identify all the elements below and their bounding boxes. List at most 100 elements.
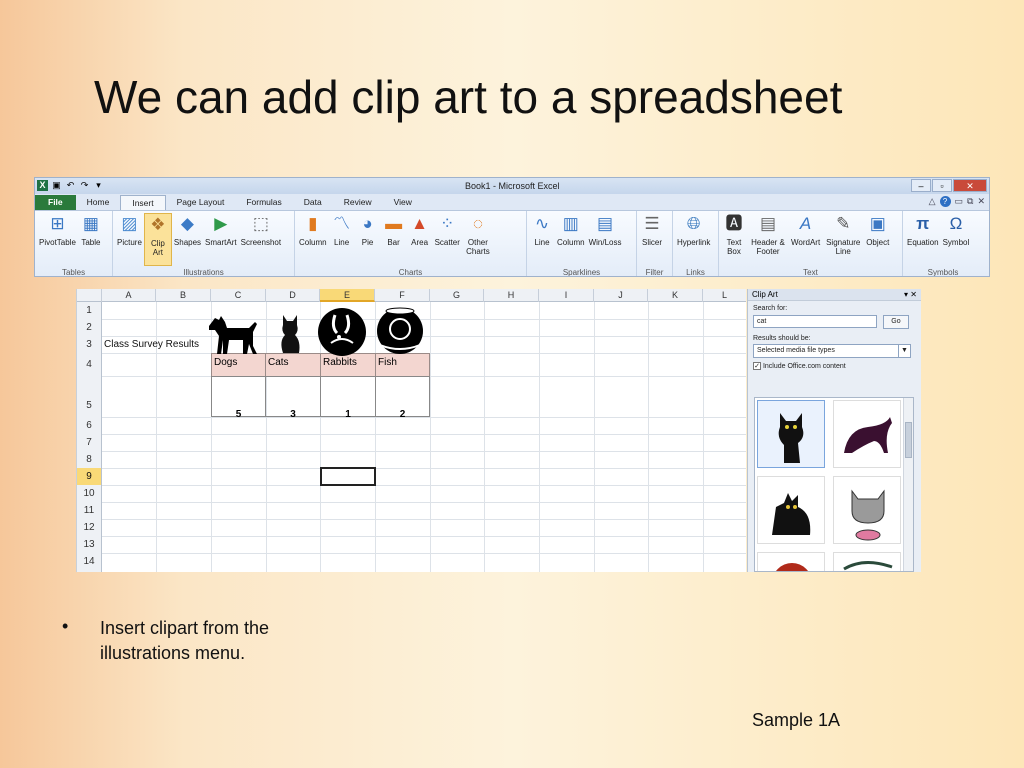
rabbit-icon[interactable] xyxy=(317,307,367,357)
results-scrollbar[interactable] xyxy=(903,398,913,571)
include-office-com-row[interactable]: ✓ Include Office.com content xyxy=(753,362,916,370)
bar-chart-button[interactable]: ▬ Bar xyxy=(381,213,407,266)
row-header-9[interactable]: 9 xyxy=(77,468,102,485)
go-button[interactable]: Go xyxy=(882,315,909,329)
survey-title-cell[interactable]: Class Survey Results xyxy=(104,339,199,350)
window-minimize-icon[interactable]: ▭ xyxy=(955,196,964,207)
value-cell-dogs[interactable]: 5 xyxy=(211,376,266,420)
sparkline-winloss-button[interactable]: ▤ Win/Loss xyxy=(587,213,624,266)
column-chart-button[interactable]: ▮ Column xyxy=(297,213,329,266)
header-cell-dogs[interactable]: Dogs xyxy=(211,353,266,377)
column-header-i[interactable]: I xyxy=(539,289,594,302)
slicer-button[interactable]: ☰ Slicer xyxy=(639,213,665,266)
maximize-button[interactable]: ▫ xyxy=(932,179,952,192)
minimize-ribbon-icon[interactable]: △ xyxy=(929,196,936,207)
value-cell-cats[interactable]: 3 xyxy=(265,376,321,420)
clip-result-grey-cat[interactable] xyxy=(833,476,901,544)
screenshot-button[interactable]: ⬚ Screenshot xyxy=(239,213,283,266)
save-icon[interactable]: ▣ xyxy=(51,180,62,191)
row-header-14[interactable]: 14 xyxy=(77,553,102,572)
pie-chart-button[interactable]: ◕ Pie xyxy=(355,213,381,266)
column-header-b[interactable]: B xyxy=(156,289,211,302)
minimize-button[interactable]: – xyxy=(911,179,931,192)
tab-data[interactable]: Data xyxy=(293,195,333,210)
row-header-8[interactable]: 8 xyxy=(77,451,102,468)
tab-insert[interactable]: Insert xyxy=(120,195,166,210)
row-header-1[interactable]: 1 xyxy=(77,302,102,319)
undo-icon[interactable]: ↶ xyxy=(65,180,76,191)
symbol-button[interactable]: Ω Symbol xyxy=(941,213,972,266)
row-header-2[interactable]: 2 xyxy=(77,319,102,336)
scatter-chart-button[interactable]: ⁘ Scatter xyxy=(433,213,462,266)
tab-review[interactable]: Review xyxy=(333,195,383,210)
clip-result-line-cat[interactable] xyxy=(833,552,901,571)
pivottable-button[interactable]: ⊞ PivotTable xyxy=(37,213,78,266)
column-header-a[interactable]: A xyxy=(102,289,156,302)
clip-result-red-cat[interactable] xyxy=(757,552,825,571)
clip-art-button[interactable]: ❖ Clip Art xyxy=(143,213,172,266)
equation-button[interactable]: π Equation xyxy=(905,213,941,266)
active-cell-e9[interactable] xyxy=(320,467,376,486)
column-header-j[interactable]: J xyxy=(594,289,648,302)
column-header-g[interactable]: G xyxy=(430,289,484,302)
tab-view[interactable]: View xyxy=(383,195,423,210)
header-footer-button[interactable]: ▤ Header & Footer xyxy=(747,213,789,266)
other-charts-button[interactable]: ◌ Other Charts xyxy=(462,213,494,266)
window-close-icon[interactable]: ✕ xyxy=(977,196,985,207)
column-header-d[interactable]: D xyxy=(266,289,320,302)
picture-button[interactable]: ▨ Picture xyxy=(115,213,144,266)
row-header-10[interactable]: 10 xyxy=(77,485,102,502)
value-cell-rabbits[interactable]: 1 xyxy=(320,376,376,420)
line-chart-button[interactable]: 〽 Line xyxy=(329,213,355,266)
column-header-l[interactable]: L xyxy=(703,289,746,302)
header-cell-cats[interactable]: Cats xyxy=(265,353,321,377)
text-box-button[interactable]: 🅰︎ Text Box xyxy=(721,213,747,266)
tab-formulas[interactable]: Formulas xyxy=(235,195,292,210)
value-cell-fish[interactable]: 2 xyxy=(375,376,430,420)
signature-line-button[interactable]: ✎ Signature Line xyxy=(822,213,864,266)
column-header-e[interactable]: E xyxy=(320,289,375,302)
header-cell-fish[interactable]: Fish xyxy=(375,353,430,377)
spreadsheet-grid[interactable]: A B C D E F G H I J K L 1 2 3 4 5 6 7 8 … xyxy=(76,289,746,572)
dog-icon[interactable] xyxy=(205,312,263,356)
column-header-c[interactable]: C xyxy=(211,289,266,302)
column-header-h[interactable]: H xyxy=(484,289,539,302)
customize-qat-icon[interactable]: ▾ xyxy=(93,180,104,191)
clip-result-black-cat[interactable] xyxy=(757,400,825,468)
row-header-4[interactable]: 4 xyxy=(77,353,102,376)
hyperlink-button[interactable]: 🌐︎ Hyperlink xyxy=(675,213,712,266)
search-input[interactable]: cat xyxy=(753,315,877,328)
column-header-k[interactable]: K xyxy=(648,289,703,302)
area-chart-button[interactable]: ▲ Area xyxy=(407,213,433,266)
tab-file[interactable]: File xyxy=(35,195,76,210)
object-button[interactable]: ▣ Object xyxy=(864,213,891,266)
row-header-12[interactable]: 12 xyxy=(77,519,102,536)
row-header-7[interactable]: 7 xyxy=(77,434,102,451)
scroll-thumb[interactable] xyxy=(905,422,912,458)
help-icon[interactable]: ? xyxy=(939,196,951,207)
shapes-button[interactable]: ◆ Shapes xyxy=(172,213,203,266)
row-header-11[interactable]: 11 xyxy=(77,502,102,519)
tab-page-layout[interactable]: Page Layout xyxy=(166,195,236,210)
row-header-6[interactable]: 6 xyxy=(77,417,102,434)
tab-home[interactable]: Home xyxy=(76,195,121,210)
include-checkbox[interactable]: ✓ xyxy=(753,362,761,370)
row-header-3[interactable]: 3 xyxy=(77,336,102,353)
sparkline-column-button[interactable]: ▥ Column xyxy=(555,213,587,266)
wordart-button[interactable]: A WordArt xyxy=(789,213,822,266)
pane-options-icon[interactable]: ▾ ✕ xyxy=(904,290,917,299)
chevron-down-icon[interactable]: ▼ xyxy=(898,345,910,357)
clip-result-arched-cat[interactable] xyxy=(833,400,901,468)
select-all-corner[interactable] xyxy=(77,289,102,302)
clip-result-halloween-cat[interactable] xyxy=(757,476,825,544)
column-header-f[interactable]: F xyxy=(375,289,430,302)
table-button[interactable]: ▦ Table xyxy=(78,213,104,266)
redo-icon[interactable]: ↷ xyxy=(79,180,90,191)
row-header-5[interactable]: 5 xyxy=(77,376,102,417)
media-type-select[interactable]: Selected media file types ▼ xyxy=(753,344,911,358)
close-button[interactable]: ✕ xyxy=(953,179,987,192)
cat-icon[interactable] xyxy=(275,313,305,355)
fishbowl-icon[interactable] xyxy=(374,305,426,355)
sparkline-line-button[interactable]: ∿ Line xyxy=(529,213,555,266)
smartart-button[interactable]: ▶ SmartArt xyxy=(203,213,239,266)
